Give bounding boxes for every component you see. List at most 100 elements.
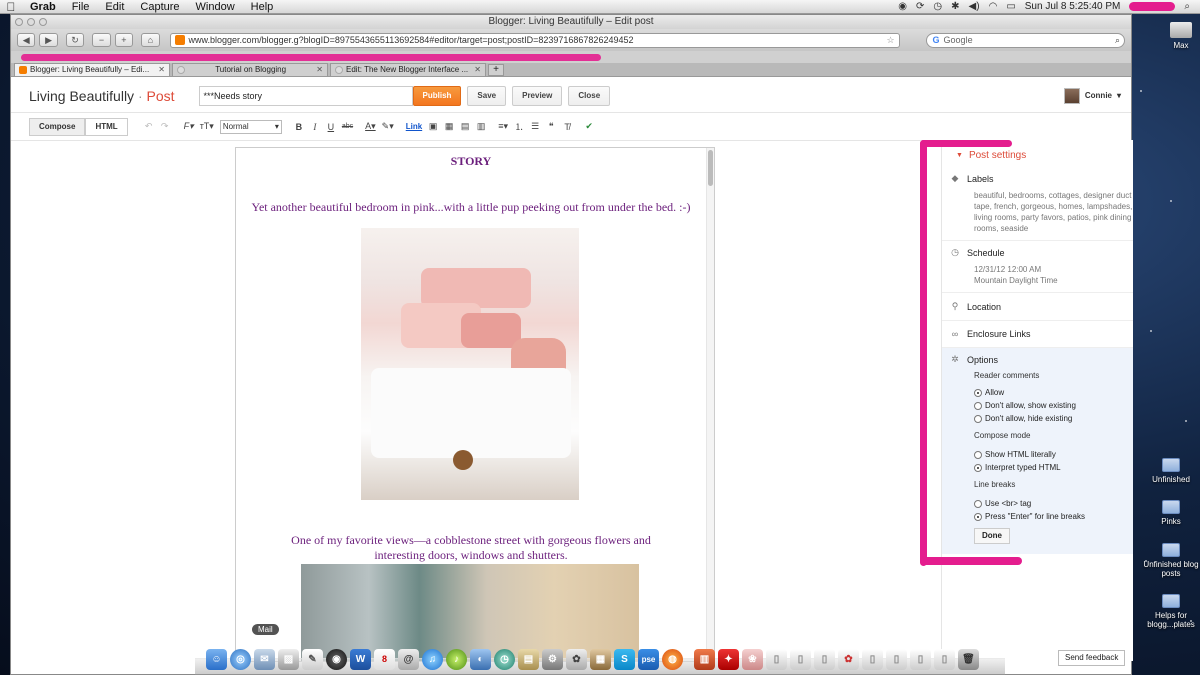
back-button[interactable]: ◀ — [17, 33, 36, 47]
battery-icon[interactable]: ▭ — [1006, 1, 1015, 12]
doc-file-icon[interactable]: ▯ — [766, 649, 787, 670]
desktop-icon-unfinished[interactable]: Unfinished — [1140, 458, 1200, 484]
remove-formatting-icon[interactable]: T̸ — [562, 122, 572, 132]
zoom-window-icon[interactable] — [39, 18, 47, 26]
garageband-icon[interactable]: ♪ — [446, 649, 467, 670]
reload-button[interactable]: ↻ — [65, 33, 85, 47]
post-body-editor[interactable]: STORY Yet another beautiful bedroom in p… — [235, 147, 715, 662]
menu-capture[interactable]: Capture — [132, 1, 187, 13]
editor-scrollbar[interactable] — [706, 148, 714, 661]
radio-show-html-literally[interactable]: Show HTML literally — [950, 450, 1133, 459]
doc-pink-icon[interactable]: ❀ — [742, 649, 763, 670]
close-tab-icon[interactable]: ✕ — [158, 64, 165, 76]
dashboard-icon[interactable]: ◉ — [326, 649, 347, 670]
radio-button[interactable] — [974, 512, 982, 521]
send-feedback-button[interactable]: Send feedback — [1058, 650, 1126, 666]
compose-mode-button[interactable]: Compose — [29, 117, 86, 136]
menu-file[interactable]: File — [64, 1, 98, 13]
radio-dont-allow-hide[interactable]: Don't allow, hide existing — [950, 414, 1133, 423]
quote-icon[interactable]: ❝ — [546, 121, 556, 132]
strikethrough-icon[interactable]: abc — [342, 123, 353, 130]
finder-icon[interactable]: ☺ — [206, 649, 227, 670]
close-tab-icon[interactable]: ✕ — [316, 64, 323, 76]
done-button[interactable]: Done — [974, 528, 1010, 544]
text-color-icon[interactable]: A▾ — [365, 121, 376, 132]
close-tab-icon[interactable]: ✕ — [474, 64, 481, 76]
calendar-icon[interactable]: 8 — [374, 649, 395, 670]
bullet-list-icon[interactable]: ☰ — [530, 121, 540, 132]
radio-button[interactable] — [974, 414, 982, 423]
zoom-in-button[interactable]: + — [114, 33, 134, 47]
redo-icon[interactable]: ↷ — [160, 121, 170, 132]
menu-app-name[interactable]: Grab — [22, 1, 64, 13]
numbered-list-icon[interactable]: ⒈ — [514, 120, 524, 133]
menu-window[interactable]: Window — [188, 1, 243, 13]
sync-icon[interactable]: ⟳ — [916, 1, 924, 12]
account-menu[interactable]: Connie ▾ — [1063, 87, 1121, 104]
radio-button[interactable] — [974, 388, 982, 397]
spellcheck-icon[interactable]: ✔ — [584, 121, 594, 132]
address-bar[interactable]: www.blogger.com/blogger.g?blogID=8975543… — [169, 32, 900, 48]
menu-help[interactable]: Help — [243, 1, 282, 13]
publish-button[interactable]: Publish — [412, 85, 462, 106]
safari-icon[interactable]: ◎ — [230, 649, 251, 670]
location-section[interactable]: ⚲ Location — [942, 293, 1133, 321]
menu-edit[interactable]: Edit — [97, 1, 132, 13]
preview-icon[interactable]: ▨ — [278, 649, 299, 670]
close-window-icon[interactable] — [15, 18, 23, 26]
insert-video-icon[interactable]: ▦ — [444, 121, 454, 132]
dropbox-icon[interactable]: ◉ — [898, 1, 907, 12]
font-size-icon[interactable]: тT▾ — [200, 121, 214, 132]
bedroom-photo[interactable] — [361, 228, 579, 500]
word-icon[interactable]: W — [350, 649, 371, 670]
doc-file-icon[interactable]: ▯ — [862, 649, 883, 670]
doc-file-icon[interactable]: ▯ — [790, 649, 811, 670]
forward-button[interactable]: ▶ — [39, 33, 58, 47]
link-button[interactable]: Link — [406, 122, 422, 131]
insert-jump-break-icon[interactable]: ▤ — [460, 121, 470, 132]
radio-allow[interactable]: Allow — [950, 388, 1133, 397]
textedit-icon[interactable]: ✎ — [302, 649, 323, 670]
notes-icon[interactable]: ▤ — [518, 649, 539, 670]
font-family-icon[interactable]: F▾ — [184, 121, 194, 132]
post-settings-toggle[interactable]: ▼ Post settings — [950, 150, 1133, 161]
volume-icon[interactable]: ◀) — [969, 1, 980, 12]
photo-booth-icon[interactable]: ◐ — [470, 649, 491, 670]
radio-dont-allow-show[interactable]: Don't allow, show existing — [950, 401, 1133, 410]
doc-file-icon[interactable]: ▯ — [814, 649, 835, 670]
underline-icon[interactable]: U — [326, 122, 336, 132]
doc-file-icon[interactable]: ▯ — [910, 649, 931, 670]
format-select[interactable]: Normal ▾ — [219, 119, 282, 134]
radio-use-br-tag[interactable]: Use <br> tag — [950, 499, 1133, 508]
desktop-icon-helps-for-blogg[interactable]: Helps for blogg...plates — [1140, 594, 1200, 629]
wifi-icon[interactable]: ◠ — [989, 1, 998, 12]
stack-icon[interactable]: ▥ — [694, 649, 715, 670]
search-icon[interactable]: ⌕ — [1115, 34, 1124, 47]
insert-special-icon[interactable]: ▥ — [476, 121, 486, 132]
blog-title[interactable]: Living Beautifully · Post — [29, 88, 175, 104]
save-button[interactable]: Save — [467, 85, 507, 106]
apple-icon[interactable]:  — [0, 0, 22, 14]
desktop-icon-pinks[interactable]: Pinks — [1140, 500, 1200, 526]
close-button[interactable]: Close — [568, 85, 611, 106]
html-mode-button[interactable]: HTML — [85, 117, 128, 136]
doc-red-icon[interactable]: ✦ — [718, 649, 739, 670]
bluetooth-icon[interactable]: ✱ — [951, 1, 959, 12]
tab-new-blogger-interface[interactable]: Edit: The New Blogger Interface ... ✕ — [330, 63, 486, 76]
desktop-icon-max[interactable]: Max — [1150, 22, 1200, 50]
doc-file-icon[interactable]: ▯ — [934, 649, 955, 670]
insert-image-icon[interactable]: ▣ — [428, 121, 438, 132]
labels-section[interactable]: ◆ Labels beautiful, bedrooms, cottages, d… — [942, 167, 1133, 241]
radio-button[interactable] — [974, 499, 982, 508]
time-machine-icon[interactable]: ◷ — [933, 1, 942, 12]
undo-icon[interactable]: ↶ — [144, 121, 154, 132]
system-preferences-icon[interactable]: ⚙ — [542, 649, 563, 670]
radio-interpret-html[interactable]: Interpret typed HTML — [950, 463, 1133, 472]
skype-icon[interactable]: S — [614, 649, 635, 670]
enclosure-section[interactable]: ∞ Enclosure Links — [942, 321, 1133, 348]
post-title-input[interactable]: ***Needs story — [198, 85, 413, 106]
iphoto-icon[interactable]: ✿ — [566, 649, 587, 670]
tab-tutorial[interactable]: Tutorial on Blogging ✕ — [172, 63, 328, 76]
highlight-color-icon[interactable]: ✎▾ — [382, 121, 394, 132]
mail-icon[interactable]: ✉ — [254, 649, 275, 670]
